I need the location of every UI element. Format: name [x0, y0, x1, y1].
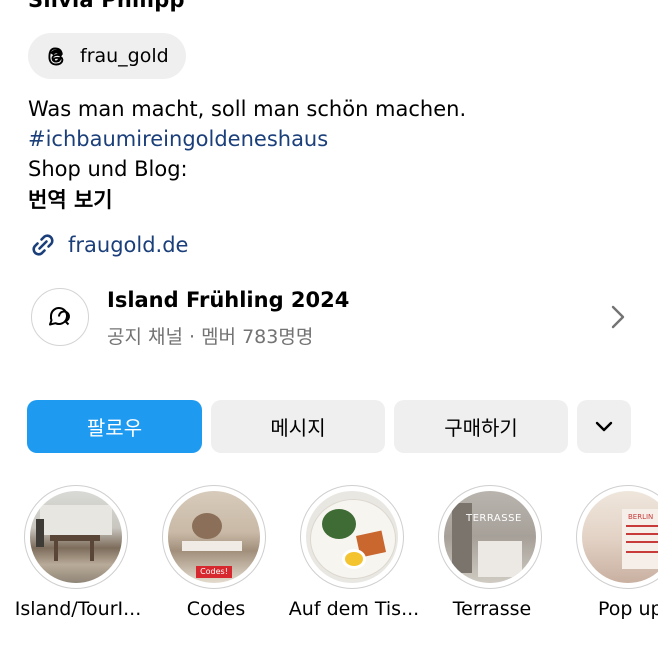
highlight-cover-image	[30, 491, 122, 583]
channel-title: Island Frühling 2024	[107, 288, 350, 312]
threads-handle: frau_gold	[80, 45, 169, 67]
bio-line: Was man macht, soll man schön machen.	[28, 97, 467, 121]
codes-badge: Codes!	[196, 566, 232, 578]
highlight-ring: Codes!	[162, 485, 266, 589]
story-highlight[interactable]: Codes! Codes	[162, 485, 270, 620]
popup-overlay: BERLIN	[628, 513, 654, 521]
terrasse-overlay: TERRASSE	[466, 513, 522, 524]
highlight-label: Codes	[186, 598, 246, 620]
website-link[interactable]: fraugold.de	[28, 230, 188, 260]
highlight-ring	[24, 485, 128, 589]
chevron-right-icon	[611, 305, 625, 329]
highlight-ring: TERRASSE	[438, 485, 542, 589]
translate-button[interactable]: 번역 보기	[28, 184, 113, 214]
story-highlight[interactable]: BERLIN Pop up	[576, 485, 658, 620]
threads-badge[interactable]: frau_gold	[28, 33, 186, 79]
link-icon	[32, 234, 54, 256]
story-highlight[interactable]: Island/TourI...	[15, 485, 141, 620]
story-highlight[interactable]: TERRASSE Terrasse	[438, 485, 546, 620]
highlight-label: Auf dem Tis...	[288, 598, 420, 620]
broadcast-channel[interactable]: Island Frühling 2024 공지 채널 · 멤버 783명명	[28, 284, 638, 354]
follow-button[interactable]: 팔로우	[27, 400, 202, 453]
message-button[interactable]: 메시지	[211, 400, 385, 453]
shop-button[interactable]: 구매하기	[394, 400, 568, 453]
profile-name: Silvia Philipp	[28, 0, 185, 12]
chevron-down-icon	[595, 421, 613, 431]
highlight-cover-image: Codes!	[168, 491, 260, 583]
highlight-ring: BERLIN	[576, 485, 658, 589]
suggested-dropdown-button[interactable]	[577, 400, 631, 453]
channel-subtitle: 공지 채널 · 멤버 783명명	[107, 326, 314, 348]
story-highlight[interactable]: Auf dem Tis...	[289, 485, 419, 620]
highlight-ring	[300, 485, 404, 589]
channel-icon-circle	[31, 288, 89, 346]
highlight-cover-image: BERLIN	[582, 491, 658, 583]
highlight-label: Pop up	[598, 598, 658, 620]
bio-hashtag[interactable]: #ichbaumireingoldeneshaus	[28, 124, 466, 154]
bio-line: Shop und Blog:	[28, 157, 188, 181]
highlight-label: Terrasse	[452, 598, 532, 620]
bio: Was man macht, soll man schön machen. #i…	[28, 94, 466, 184]
website-link-label: fraugold.de	[68, 233, 189, 257]
broadcast-chat-icon	[49, 307, 70, 326]
highlight-cover-image: TERRASSE	[444, 491, 536, 583]
highlight-cover-image	[306, 491, 398, 583]
highlight-label: Island/TourI...	[14, 598, 142, 620]
threads-icon	[48, 47, 64, 66]
